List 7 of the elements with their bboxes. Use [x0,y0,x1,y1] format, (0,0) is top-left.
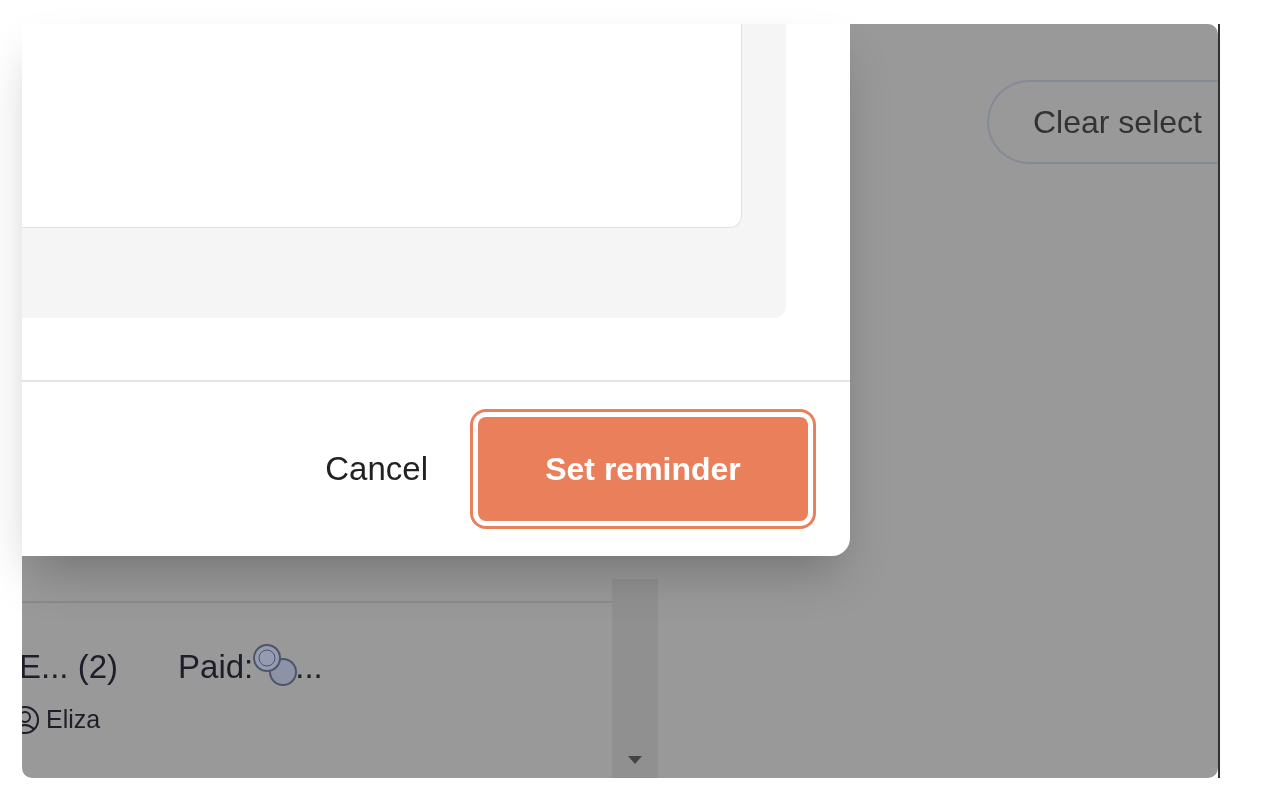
scroll-down-icon[interactable] [628,756,642,764]
notes-field[interactable] [22,24,742,228]
paid-ellipsis: ... [295,647,323,688]
card-title: E... (2) [22,647,119,688]
assignee-name: Eliza [46,704,101,735]
cancel-button[interactable]: Cancel [325,444,428,494]
paid-label: Paid: [178,647,254,688]
